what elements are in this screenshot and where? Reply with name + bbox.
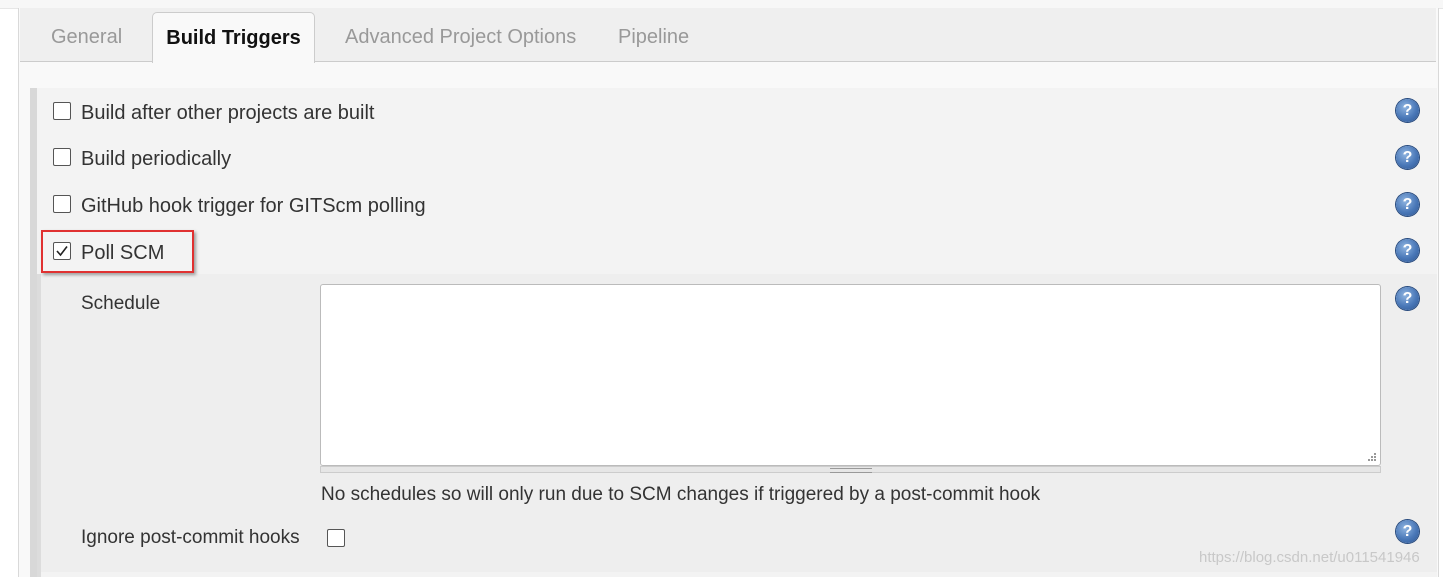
tab-pipeline[interactable]: Pipeline (618, 12, 689, 61)
github-hook-trigger-label: GitHub hook trigger for GITScm polling (81, 195, 426, 217)
build-after-other-projects-checkbox[interactable] (53, 102, 71, 120)
help-icon[interactable]: ? (1396, 193, 1419, 216)
github-hook-trigger-checkbox[interactable] (53, 195, 71, 213)
help-icon[interactable]: ? (1396, 239, 1419, 262)
build-periodically-label: Build periodically (81, 148, 232, 170)
subpanel-indent-bar (37, 274, 41, 577)
watermark: https://blog.csdn.net/u011541946 (1199, 549, 1420, 566)
ignore-post-commit-hooks-label: Ignore post-commit hooks (81, 527, 300, 548)
schedule-label: Schedule (81, 293, 161, 314)
poll-scm-highlight-box (41, 230, 194, 273)
ignore-post-commit-hooks-checkbox[interactable] (327, 529, 345, 547)
help-icon[interactable]: ? (1396, 146, 1419, 169)
section-indent-bar (30, 88, 37, 577)
build-periodically-checkbox[interactable] (53, 148, 71, 166)
tab-bar: General Build Triggers Advanced Project … (20, 8, 1436, 63)
tab-advanced-project-options[interactable]: Advanced Project Options (345, 12, 576, 61)
tab-build-triggers[interactable]: Build Triggers (152, 12, 315, 63)
textarea-resize-grip-icon[interactable] (1365, 452, 1377, 464)
help-icon[interactable]: ? (1396, 287, 1419, 310)
help-icon[interactable]: ? (1396, 99, 1419, 122)
textarea-vertical-resizer[interactable] (320, 466, 1381, 473)
tab-general[interactable]: General (51, 12, 122, 61)
help-icon[interactable]: ? (1396, 520, 1419, 543)
build-after-other-projects-label: Build after other projects are built (81, 102, 375, 124)
schedule-textarea[interactable] (320, 284, 1381, 466)
schedule-description: No schedules so will only run due to SCM… (321, 484, 1041, 505)
